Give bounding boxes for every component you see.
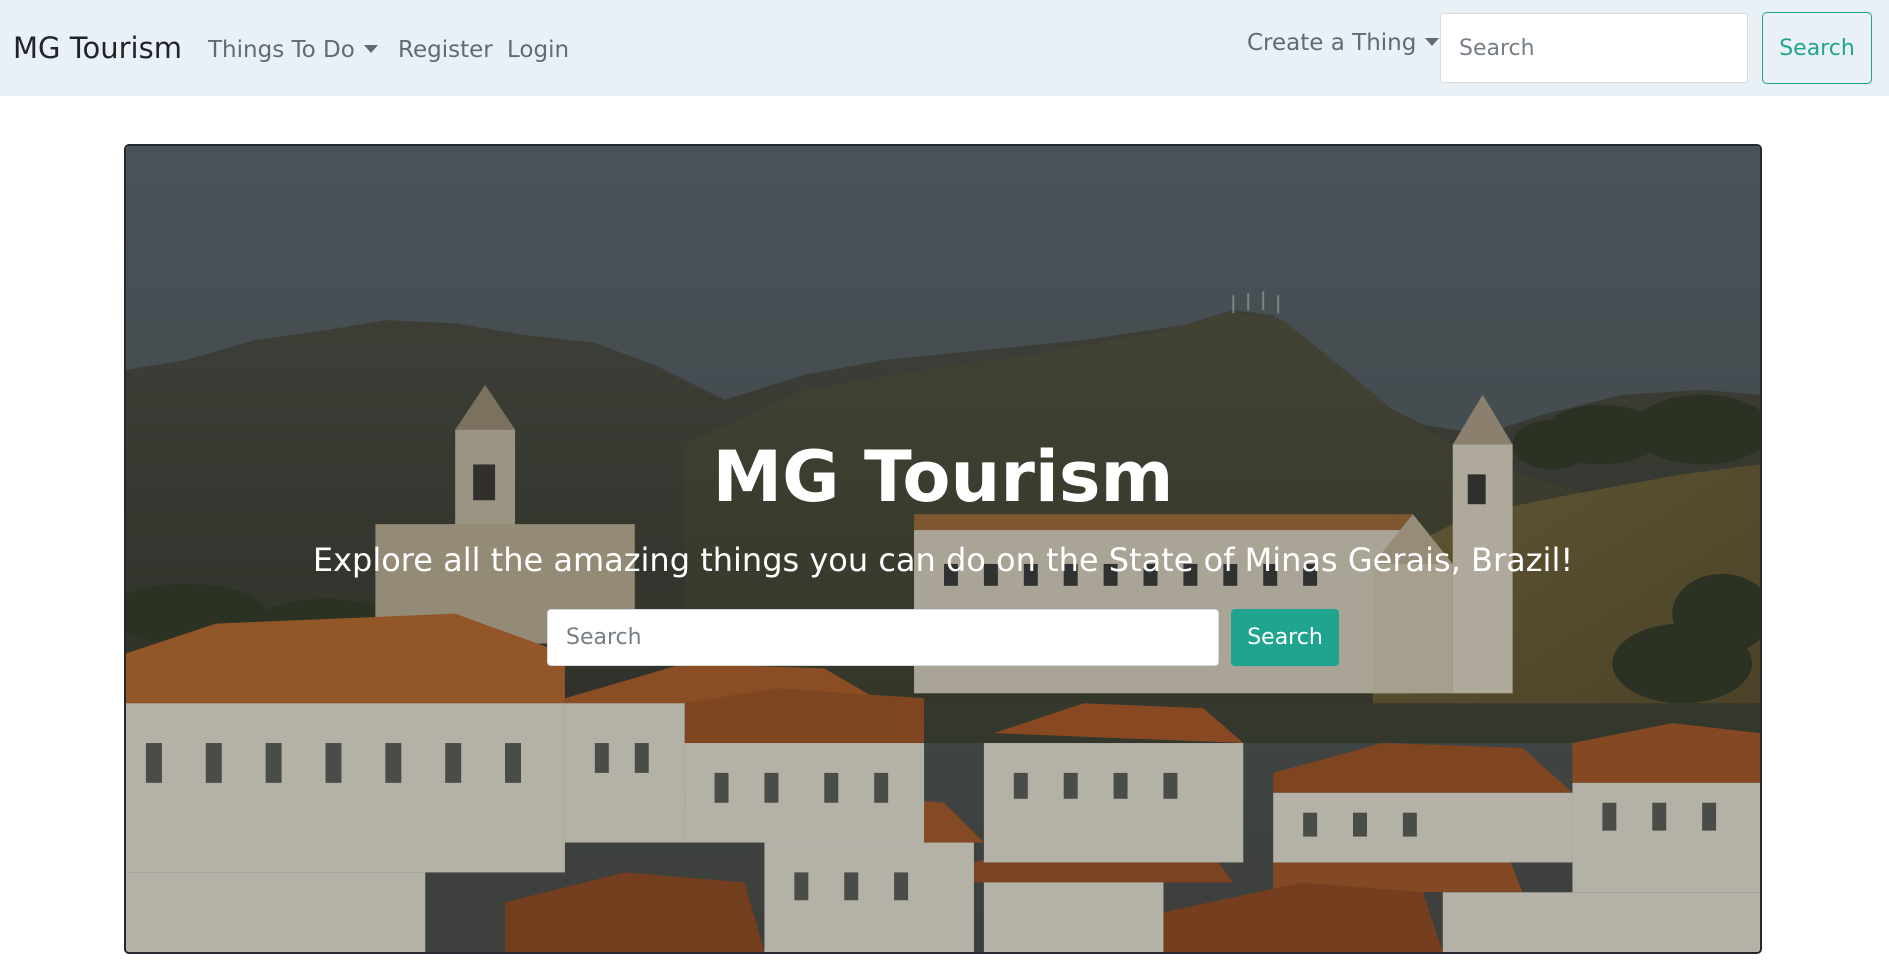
brand-link[interactable]: MG Tourism — [13, 30, 182, 66]
hero-search-button[interactable]: Search — [1231, 609, 1339, 666]
top-navbar: MG Tourism Things To Do Register Login C… — [0, 0, 1889, 96]
create-a-thing-label: Create a Thing — [1247, 30, 1417, 56]
things-to-do-dropdown[interactable]: Things To Do — [208, 35, 378, 65]
caret-down-icon — [363, 45, 378, 53]
login-link[interactable]: Login — [507, 35, 569, 65]
hero-subtitle: Explore all the amazing things you can d… — [312, 541, 1574, 579]
navbar-search-button[interactable]: Search — [1762, 12, 1872, 84]
hero-title: MG Tourism — [712, 436, 1174, 518]
things-to-do-label: Things To Do — [208, 37, 355, 63]
register-link[interactable]: Register — [398, 35, 493, 65]
hero-search-input[interactable] — [547, 609, 1219, 666]
caret-down-icon — [1425, 38, 1440, 46]
navbar-search-input[interactable] — [1440, 13, 1748, 83]
hero-jumbotron: MG Tourism Explore all the amazing thing… — [124, 144, 1762, 954]
create-a-thing-dropdown[interactable]: Create a Thing — [1247, 28, 1440, 58]
